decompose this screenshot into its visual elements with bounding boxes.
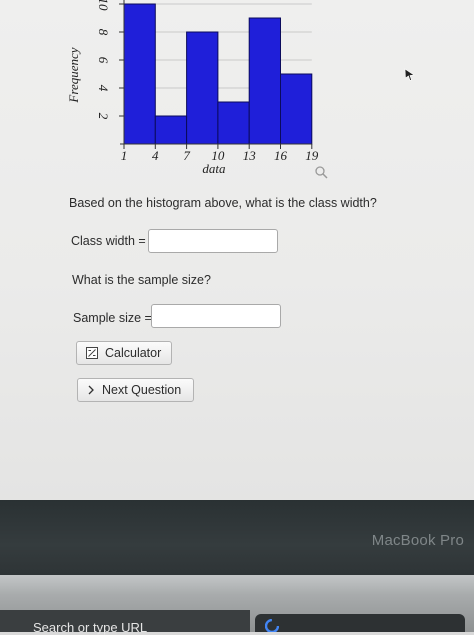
histogram-bar — [217, 101, 250, 145]
histogram-bar — [154, 115, 188, 145]
x-tick-label: 4 — [152, 148, 159, 163]
x-tick-label: 13 — [243, 148, 257, 163]
y-tick-label: 4 — [96, 85, 111, 92]
calculator-label: Calculator — [105, 346, 162, 360]
y-tick-label: 6 — [96, 57, 111, 64]
histogram-bar — [186, 31, 219, 145]
screen: 1 4 7 10 13 16 19 2 4 6 8 10 data Frequency Based on … — [0, 0, 474, 505]
google-icon — [265, 619, 279, 632]
y-axis-title: Frequency — [66, 47, 81, 103]
y-tick-label: 8 — [96, 29, 111, 36]
laptop-model-label: MacBook Pro — [371, 532, 464, 549]
x-tick-label: 16 — [274, 148, 288, 163]
next-question-label: Next Question — [102, 383, 182, 397]
address-bar[interactable] — [255, 614, 465, 632]
histogram-bar — [248, 17, 281, 145]
class-width-label: Class width = — [71, 234, 146, 248]
x-tick-label: 1 — [121, 148, 128, 163]
calculator-button[interactable]: Calculator — [76, 341, 172, 365]
calculator-icon — [86, 347, 98, 359]
next-question-button[interactable]: Next Question — [77, 378, 194, 402]
chevron-right-icon — [87, 385, 95, 395]
sample-size-input[interactable] — [151, 304, 281, 328]
sample-size-question: What is the sample size? — [72, 273, 211, 287]
mouse-pointer-icon — [404, 68, 415, 81]
y-tick-label: 10 — [96, 0, 111, 11]
class-width-input[interactable] — [148, 229, 278, 253]
class-width-question: Based on the histogram above, what is th… — [69, 196, 377, 210]
sample-size-label: Sample size = — [73, 311, 152, 325]
histogram-chart: 1 4 7 10 13 16 19246810dataFrequency — [66, 0, 328, 179]
x-tick-label: 19 — [305, 148, 319, 163]
y-tick-label: 2 — [96, 113, 111, 120]
histogram-bar — [280, 73, 313, 145]
x-axis-title: data — [202, 161, 226, 176]
address-bar-text: Search or type URL — [33, 620, 148, 635]
magnifier-icon — [315, 166, 328, 179]
x-tick-label: 7 — [183, 148, 190, 163]
histogram-bar — [123, 3, 156, 145]
